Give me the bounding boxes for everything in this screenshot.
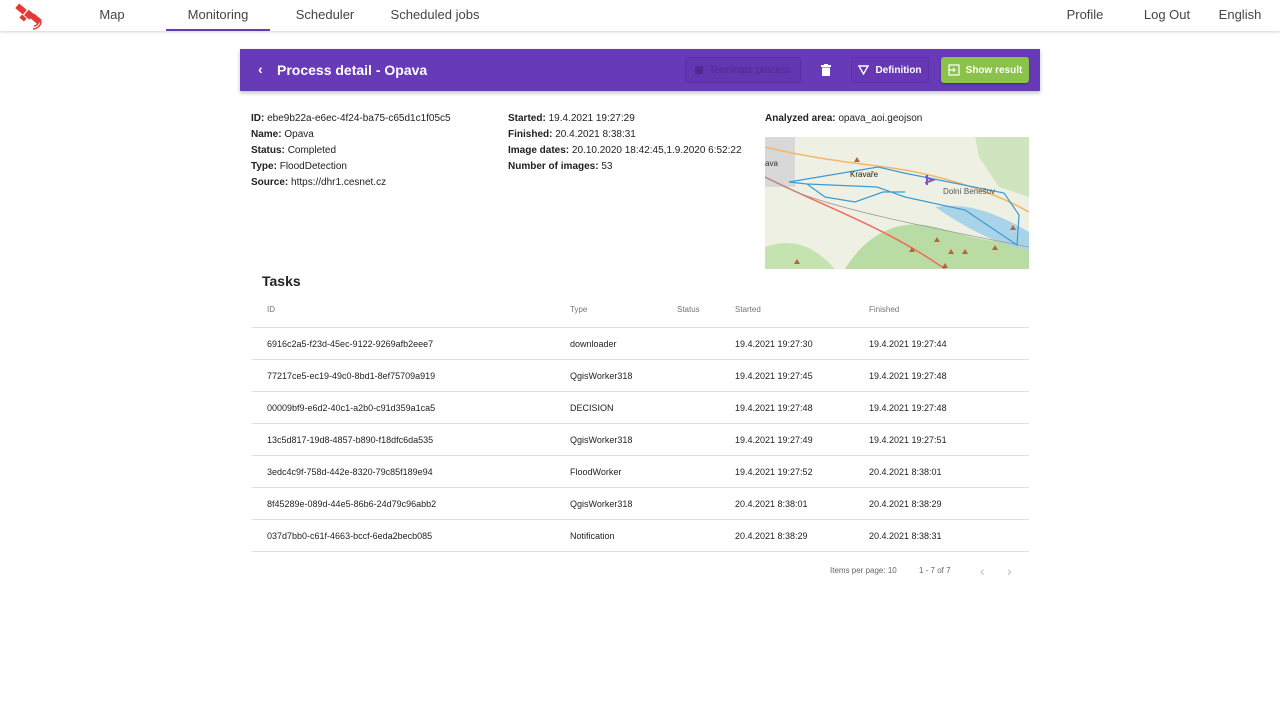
task-started: 19.4.2021 19:27:45 xyxy=(735,371,813,381)
details-column-1: ID: ebe9b22a-e6ec-4f24-ba75-c65d1c1f05c5… xyxy=(251,111,451,191)
task-started: 19.4.2021 19:27:30 xyxy=(735,339,813,349)
col-finished[interactable]: Finished xyxy=(869,292,899,328)
tab-map[interactable]: Map xyxy=(72,0,152,31)
task-type: QgisWorker318 xyxy=(570,371,633,381)
task-type: QgisWorker318 xyxy=(570,435,633,445)
task-id: 037d7bb0-c61f-4663-bccf-6eda2becb085 xyxy=(267,531,433,541)
task-started: 19.4.2021 19:27:49 xyxy=(735,435,813,445)
map-label-dolni-benesov: Dolní Benešov xyxy=(943,187,995,196)
stop-icon xyxy=(695,66,704,74)
col-type[interactable]: Type xyxy=(570,292,587,328)
show-result-label: Show result xyxy=(965,64,1023,76)
satellite-logo-icon[interactable] xyxy=(14,2,46,30)
tasks-table: ID Type Status Started Finished 6916c2a5… xyxy=(252,292,1029,552)
open-result-icon xyxy=(947,64,960,76)
col-started[interactable]: Started xyxy=(735,292,761,328)
task-finished: 20.4.2021 8:38:31 xyxy=(869,531,942,541)
top-nav: Map Monitoring Scheduler Scheduled jobs … xyxy=(0,0,1280,31)
page-range: 1 - 7 of 7 xyxy=(919,566,951,575)
page-title: Process detail - Opava xyxy=(277,62,428,78)
task-id: 00009bf9-e6d2-40c1-a2b0-c91d359a1ca5 xyxy=(267,403,436,413)
detail-started: Started: 19.4.2021 19:27:29 xyxy=(508,113,635,124)
details-column-2: Started: 19.4.2021 19:27:29 Finished: 20… xyxy=(508,111,742,175)
process-header: ‹ Process detail - Opava Terminate proce… xyxy=(240,49,1040,91)
table-row[interactable]: 00009bf9-e6d2-40c1-a2b0-c91d359a1ca5 DECI… xyxy=(252,392,1029,424)
area-map[interactable]: ava Kravaře Dolní Benešov xyxy=(765,137,1029,269)
table-row[interactable]: 77217ce5-ec19-49c0-8bd1-8ef75709a919 Qgis… xyxy=(252,360,1029,392)
task-type: QgisWorker318 xyxy=(570,499,633,509)
task-finished: 20.4.2021 8:38:29 xyxy=(869,499,942,509)
task-id: 3edc4c9f-758d-442e-8320-79c85f189e94 xyxy=(267,467,433,477)
task-type: FloodWorker xyxy=(570,467,622,477)
table-row[interactable]: 037d7bb0-c61f-4663-bccf-6eda2becb085 Noti… xyxy=(252,520,1029,552)
logout-link[interactable]: Log Out xyxy=(1140,0,1194,31)
task-type: downloader xyxy=(570,339,617,349)
task-id: 77217ce5-ec19-49c0-8bd1-8ef75709a919 xyxy=(267,371,436,381)
tab-scheduler[interactable]: Scheduler xyxy=(280,0,370,31)
table-row[interactable]: 6916c2a5-f23d-45ec-9122-9269afb2eee7 down… xyxy=(252,328,1029,360)
task-finished: 19.4.2021 19:27:51 xyxy=(869,435,947,445)
task-finished: 19.4.2021 19:27:48 xyxy=(869,371,947,381)
table-header: ID Type Status Started Finished xyxy=(252,292,1029,328)
items-per-page[interactable]: Items per page: 10 xyxy=(830,566,897,575)
detail-source: Source: https://dhr1.cesnet.cz xyxy=(251,177,387,188)
map-label-kravare: Kravaře xyxy=(850,170,879,179)
show-result-button[interactable]: Show result xyxy=(941,57,1029,83)
filter-icon xyxy=(858,65,870,75)
tab-scheduled-jobs[interactable]: Scheduled jobs xyxy=(385,0,485,31)
tab-monitoring[interactable]: Monitoring xyxy=(166,0,270,31)
tasks-title: Tasks xyxy=(262,273,301,289)
profile-link[interactable]: Profile xyxy=(1060,0,1110,31)
map-graphic: ava Kravaře Dolní Benešov xyxy=(765,137,1029,269)
task-finished: 20.4.2021 8:38:01 xyxy=(869,467,942,477)
detail-type: Type: FloodDetection xyxy=(251,161,347,172)
task-id: 6916c2a5-f23d-45ec-9122-9269afb2eee7 xyxy=(267,339,434,349)
task-started: 19.4.2021 19:27:48 xyxy=(735,403,813,413)
map-label-opava: ava xyxy=(765,159,778,168)
col-id[interactable]: ID xyxy=(267,292,275,328)
table-row[interactable]: 13c5d817-19d8-4857-b890-f18dfc6da535 Qgis… xyxy=(252,424,1029,456)
delete-button[interactable] xyxy=(818,57,834,83)
detail-name: Name: Opava xyxy=(251,129,314,140)
task-started: 19.4.2021 19:27:52 xyxy=(735,467,813,477)
task-started: 20.4.2021 8:38:01 xyxy=(735,499,808,509)
trash-icon xyxy=(821,64,831,76)
detail-image-dates: Image dates: 20.10.2020 18:42:45,1.9.202… xyxy=(508,145,742,156)
prev-page-chevron-icon[interactable]: ‹ xyxy=(980,563,985,579)
col-status[interactable]: Status xyxy=(677,292,700,328)
terminate-process-button[interactable]: Terminate process xyxy=(685,57,801,83)
task-type: DECISION xyxy=(570,403,614,413)
table-row[interactable]: 8f45289e-089d-44e5-86b6-24d79c96abb2 Qgis… xyxy=(252,488,1029,520)
detail-analyzed-area: Analyzed area: opava_aoi.geojson xyxy=(765,113,923,124)
detail-id: ID: ebe9b22a-e6ec-4f24-ba75-c65d1c1f05c5 xyxy=(251,113,451,124)
task-finished: 19.4.2021 19:27:44 xyxy=(869,339,947,349)
back-chevron-icon[interactable]: ‹ xyxy=(258,61,263,77)
next-page-chevron-icon[interactable]: › xyxy=(1007,563,1012,579)
task-id: 13c5d817-19d8-4857-b890-f18dfc6da535 xyxy=(267,435,434,445)
detail-number-of-images: Number of images: 53 xyxy=(508,161,613,172)
terminate-label: Terminate process xyxy=(709,64,791,76)
definition-label: Definition xyxy=(875,64,922,76)
detail-status: Status: Completed xyxy=(251,145,337,156)
task-finished: 19.4.2021 19:27:48 xyxy=(869,403,947,413)
detail-finished: Finished: 20.4.2021 8:38:31 xyxy=(508,129,636,140)
table-row[interactable]: 3edc4c9f-758d-442e-8320-79c85f189e94 Floo… xyxy=(252,456,1029,488)
language-select[interactable]: English xyxy=(1212,0,1268,31)
task-id: 8f45289e-089d-44e5-86b6-24d79c96abb2 xyxy=(267,499,437,509)
definition-button[interactable]: Definition xyxy=(851,57,929,83)
task-started: 20.4.2021 8:38:29 xyxy=(735,531,808,541)
task-type: Notification xyxy=(570,531,615,541)
